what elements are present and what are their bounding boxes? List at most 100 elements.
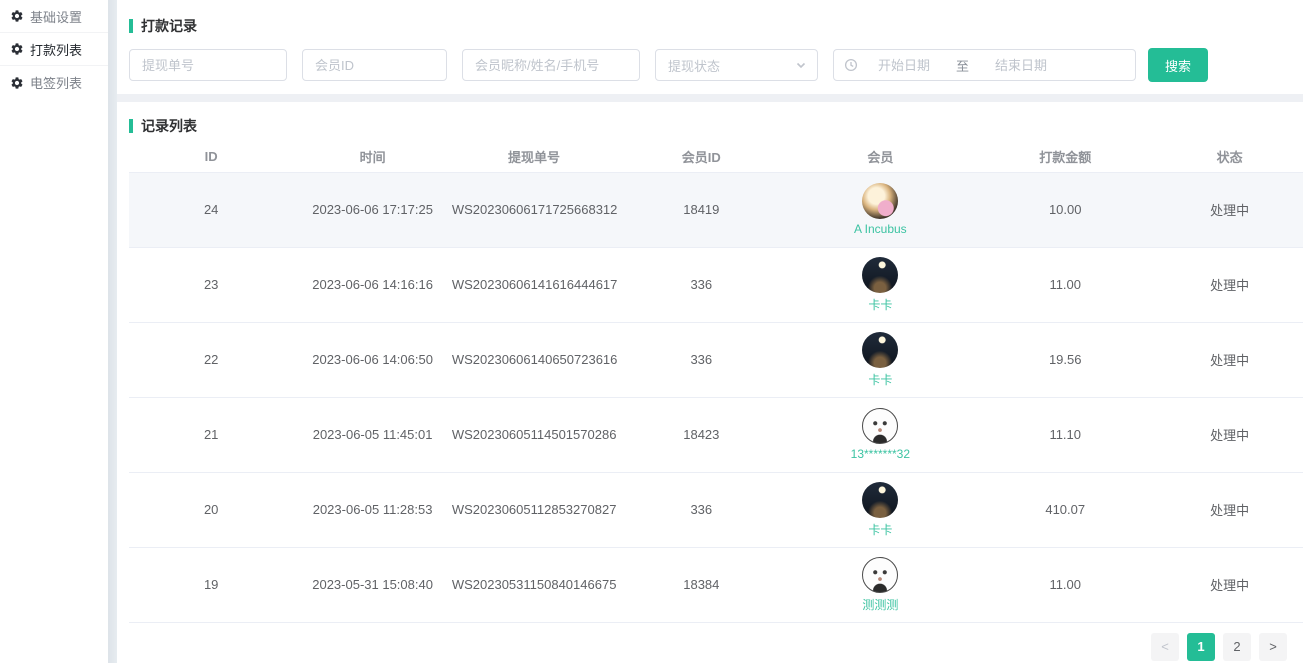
sidebar-item-1[interactable]: 打款列表 [0, 33, 108, 66]
record-list-panel: 记录列表 ID时间提现单号会员ID会员打款金额状态 242023-06-06 1… [117, 102, 1303, 663]
cell-member-id: 336 [616, 247, 786, 322]
cell-status: 处理中 [1156, 547, 1303, 622]
cell-order-no: WS20230606141616444617 [452, 247, 616, 322]
date-range-picker[interactable]: 至 [833, 49, 1136, 81]
cell-time: 2023-05-31 15:08:40 [293, 547, 451, 622]
table-row: 222023-06-06 14:06:50WS20230606140650723… [129, 322, 1303, 397]
member-avatar [862, 257, 898, 293]
column-header: 会员 [786, 142, 974, 172]
member-name-link[interactable]: 13*******32 [851, 447, 910, 461]
member-info-input[interactable] [462, 49, 640, 81]
member-name-link[interactable]: A Incubus [854, 222, 907, 236]
cell-member: A Incubus [786, 172, 974, 247]
cell-time: 2023-06-06 14:16:16 [293, 247, 451, 322]
clock-icon [844, 58, 858, 72]
cell-member-id: 18384 [616, 547, 786, 622]
cell-id: 22 [129, 322, 293, 397]
cell-time: 2023-06-06 14:06:50 [293, 322, 451, 397]
member-name-link[interactable]: 卡卡 [868, 521, 892, 538]
table-row: 212023-06-05 11:45:01WS20230605114501570… [129, 397, 1303, 472]
member-name-link[interactable]: 卡卡 [868, 371, 892, 388]
records-table: ID时间提现单号会员ID会员打款金额状态 242023-06-06 17:17:… [129, 142, 1303, 623]
sidebar-divider [108, 0, 117, 663]
table-header-row: ID时间提现单号会员ID会员打款金额状态 [129, 142, 1303, 172]
cell-order-no: WS20230531150840146675 [452, 547, 616, 622]
cell-time: 2023-06-06 17:17:25 [293, 172, 451, 247]
sidebar-item-0[interactable]: 基础设置 [0, 0, 108, 33]
record-list-title-text: 记录列表 [141, 116, 197, 136]
cell-id: 20 [129, 472, 293, 547]
search-panel-title: 打款记录 [129, 16, 1291, 36]
member-avatar [862, 332, 898, 368]
cell-order-no: WS20230605112853270827 [452, 472, 616, 547]
cell-member-id: 18423 [616, 397, 786, 472]
pagination-next-button[interactable]: > [1259, 633, 1287, 661]
member-name-link[interactable]: 测测测 [862, 596, 898, 613]
cell-member-id: 336 [616, 322, 786, 397]
cell-status: 处理中 [1156, 172, 1303, 247]
cell-member: 卡卡 [786, 247, 974, 322]
cell-amount: 19.56 [974, 322, 1156, 397]
cell-member-id: 336 [616, 472, 786, 547]
column-header: 提现单号 [452, 142, 616, 172]
member-avatar [862, 557, 898, 593]
sidebar: 基础设置打款列表电签列表 [0, 0, 108, 663]
end-date-input[interactable] [975, 58, 1067, 73]
cell-member: 卡卡 [786, 322, 974, 397]
start-date-input[interactable] [858, 58, 950, 73]
member-avatar [862, 183, 898, 219]
payment-record-search-panel: 打款记录 提现状态 至 搜索 [117, 0, 1303, 94]
table-row: 232023-06-06 14:16:16WS20230606141616444… [129, 247, 1303, 322]
member-name-link[interactable]: 卡卡 [868, 296, 892, 313]
search-button[interactable]: 搜索 [1148, 48, 1208, 82]
cell-order-no: WS20230605114501570286 [452, 397, 616, 472]
cell-member: 测测测 [786, 547, 974, 622]
title-accent-bar [129, 119, 133, 133]
pagination: <12 > [129, 623, 1303, 661]
member-avatar [862, 408, 898, 444]
column-header: 打款金额 [974, 142, 1156, 172]
cell-amount: 10.00 [974, 172, 1156, 247]
column-header: 状态 [1156, 142, 1303, 172]
sidebar-item-label: 基础设置 [30, 7, 82, 26]
cell-status: 处理中 [1156, 472, 1303, 547]
cell-status: 处理中 [1156, 322, 1303, 397]
pagination-prev-button[interactable]: < [1151, 633, 1179, 661]
withdraw-status-select[interactable]: 提现状态 [655, 49, 818, 81]
cell-amount: 11.00 [974, 547, 1156, 622]
record-list-title: 记录列表 [129, 116, 1303, 136]
cell-member-id: 18419 [616, 172, 786, 247]
table-row: 192023-05-31 15:08:40WS20230531150840146… [129, 547, 1303, 622]
cell-id: 19 [129, 547, 293, 622]
member-avatar [862, 482, 898, 518]
withdraw-status-select-placeholder: 提现状态 [668, 56, 795, 75]
gear-icon [10, 9, 24, 23]
cell-time: 2023-06-05 11:45:01 [293, 397, 451, 472]
main-content: 打款记录 提现状态 至 搜索 [117, 0, 1303, 663]
table-row: 202023-06-05 11:28:53WS20230605112853270… [129, 472, 1303, 547]
gear-icon [10, 76, 24, 90]
cell-id: 24 [129, 172, 293, 247]
column-header: 会员ID [616, 142, 786, 172]
date-range-separator: 至 [950, 56, 975, 75]
column-header: 时间 [293, 142, 451, 172]
search-filters: 提现状态 至 搜索 [129, 48, 1291, 82]
member-id-input[interactable] [302, 49, 447, 81]
cell-order-no: WS20230606171725668312 [452, 172, 616, 247]
cell-id: 23 [129, 247, 293, 322]
sidebar-item-2[interactable]: 电签列表 [0, 66, 108, 99]
withdraw-no-input[interactable] [129, 49, 287, 81]
cell-amount: 11.10 [974, 397, 1156, 472]
cell-order-no: WS20230606140650723616 [452, 322, 616, 397]
pagination-page-2[interactable]: 2 [1223, 633, 1251, 661]
gear-icon [10, 42, 24, 56]
cell-member: 卡卡 [786, 472, 974, 547]
cell-status: 处理中 [1156, 397, 1303, 472]
column-header: ID [129, 142, 293, 172]
pagination-page-1[interactable]: 1 [1187, 633, 1215, 661]
chevron-down-icon [795, 59, 807, 71]
cell-time: 2023-06-05 11:28:53 [293, 472, 451, 547]
table-row: 242023-06-06 17:17:25WS20230606171725668… [129, 172, 1303, 247]
cell-amount: 410.07 [974, 472, 1156, 547]
cell-amount: 11.00 [974, 247, 1156, 322]
